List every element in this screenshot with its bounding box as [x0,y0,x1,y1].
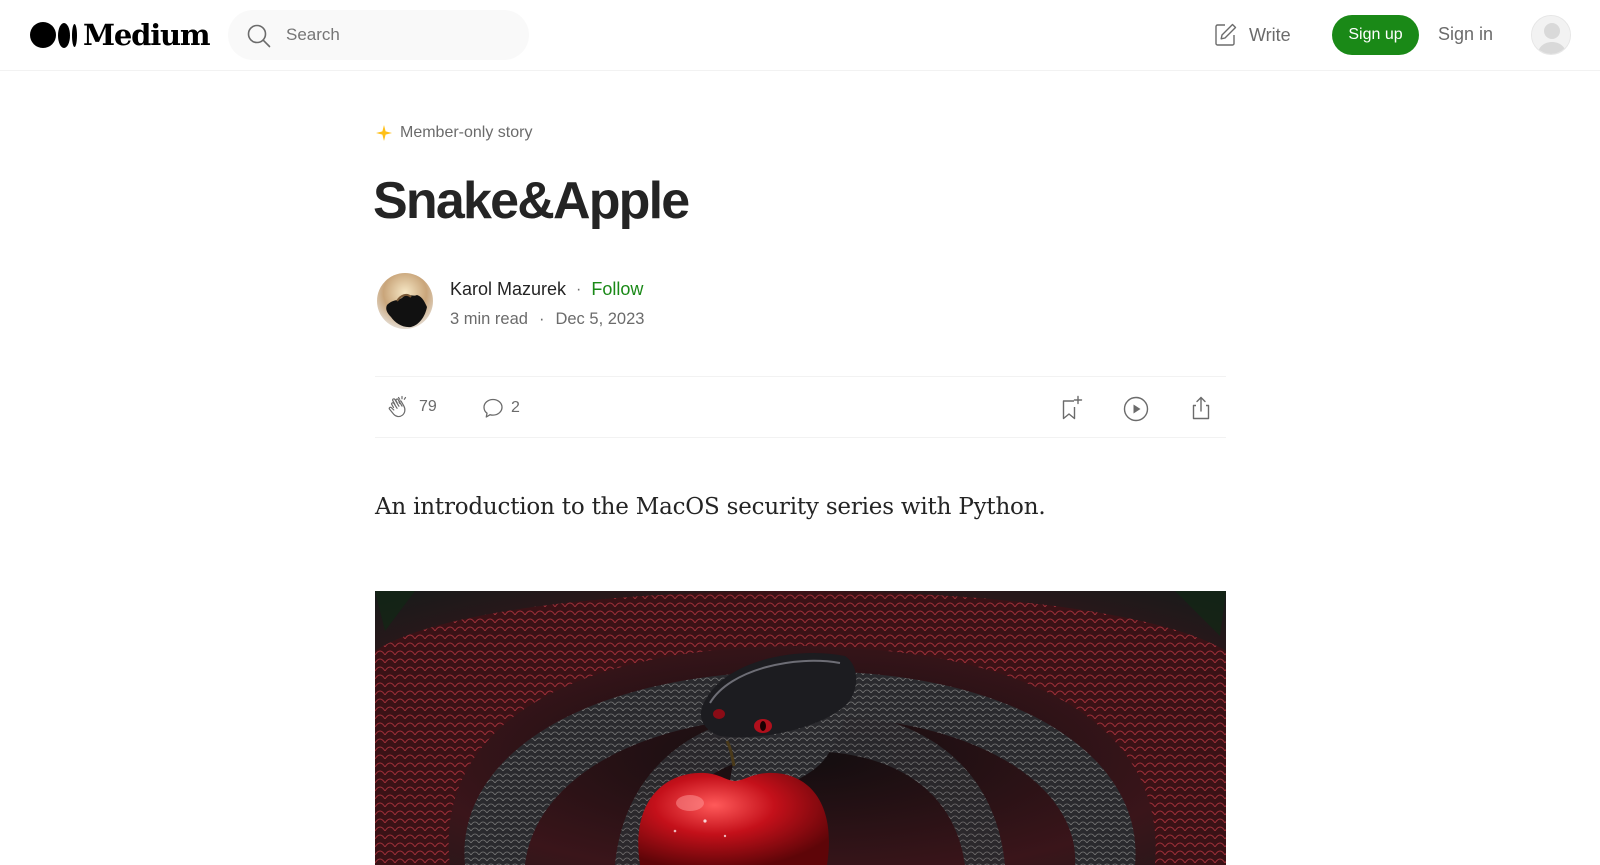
separator-dot: · [576,280,582,298]
publish-date: Dec 5, 2023 [555,310,645,328]
sign-up-button[interactable]: Sign up [1332,15,1419,55]
member-only-badge: Member-only story [375,124,532,142]
author-avatar[interactable] [377,273,433,329]
author-avatar-image [377,273,433,329]
separator-dot: · [538,310,545,328]
snake-apple-image [375,591,1226,865]
write-icon [1215,23,1237,46]
user-icon [1532,16,1570,54]
share-icon [1192,396,1210,420]
comment-icon [483,398,503,418]
article-meta: 3 min read · Dec 5, 2023 [450,310,644,329]
article-action-bar: 79 2 [375,376,1226,438]
star-icon [376,125,392,141]
play-icon [1123,396,1149,422]
follow-button[interactable]: Follow [591,279,643,300]
read-time: 3 min read [450,310,528,328]
search-icon [247,24,271,48]
user-menu-avatar[interactable] [1531,15,1571,55]
bookmark-button[interactable] [1058,394,1084,422]
member-only-label: Member-only story [400,124,533,141]
write-button[interactable]: Write [1211,20,1291,50]
search-input[interactable] [286,22,506,48]
listen-button[interactable] [1122,395,1150,423]
author-name[interactable]: Karol Mazurek [450,279,566,300]
hero-image [375,591,1226,865]
top-navigation: Medium Write Sign up Sign in [0,0,1600,71]
share-button[interactable] [1187,394,1215,422]
medium-logo[interactable]: Medium [30,18,211,52]
logo-text: Medium [83,18,211,52]
clap-icon [388,395,407,418]
author-row: Karol Mazurek · Follow [450,279,643,300]
article-title: Snake&Apple [373,172,690,230]
clap-button[interactable]: 79 [387,394,437,420]
article-subtitle: An introduction to the MacOS security se… [375,494,1046,520]
comments-button[interactable]: 2 [481,396,520,420]
medium-logo-icon [30,22,77,48]
search-box [228,10,529,60]
clap-count: 79 [419,398,437,415]
bookmark-add-icon [1062,395,1083,420]
comment-count: 2 [511,399,520,416]
sign-in-link[interactable]: Sign in [1438,24,1493,45]
write-label: Write [1249,24,1291,45]
